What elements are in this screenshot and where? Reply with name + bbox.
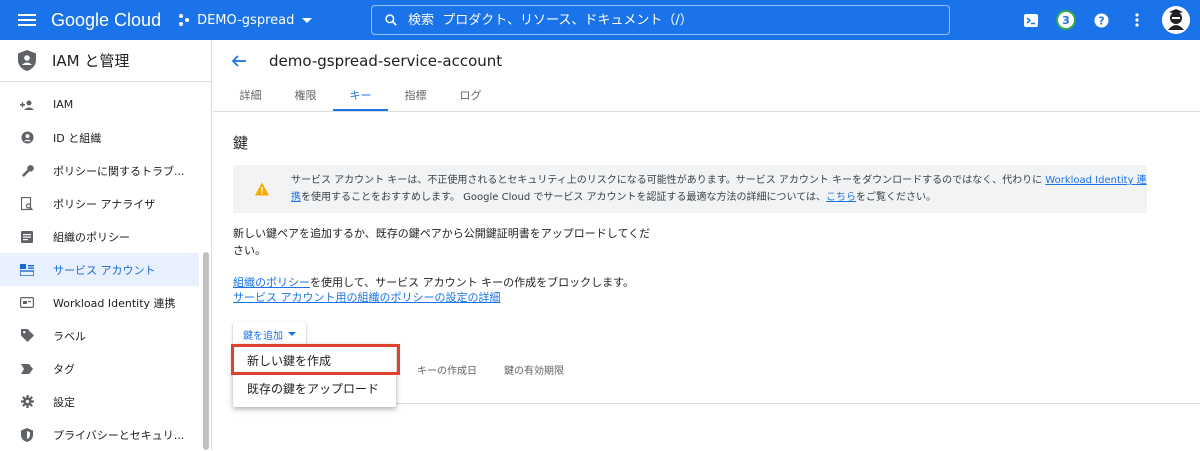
column-expiration-date: 鍵の有効期限 (504, 366, 564, 377)
policy-text: を使用して、サービス アカウント キーの作成をブロックします。 (310, 276, 635, 289)
warning-text-part: をご覧ください。 (856, 192, 937, 203)
sidebar-item-label: IAM (53, 98, 74, 111)
section-title: 鍵 (233, 134, 249, 152)
sidebar-item-label: ポリシー アナライザ (53, 197, 156, 211)
menu-icon[interactable] (7, 0, 47, 40)
google-cloud-logo[interactable]: Google Cloud (51, 10, 161, 31)
list-doc-icon (19, 229, 35, 245)
tab-keys[interactable]: キー (333, 82, 388, 111)
project-dots-icon (179, 14, 191, 26)
chevron-down-icon (288, 332, 296, 336)
sidebar-item-label: タグ (53, 362, 75, 376)
help-icon[interactable]: ? (1090, 9, 1112, 31)
warning-text-part: サービス アカウント キーは、不正使用されるとセキュリティ上のリスクになる可能性… (291, 175, 1046, 186)
cloud-shell-icon[interactable] (1020, 9, 1042, 31)
doc-search-icon (19, 196, 35, 212)
sidebar-item-label: 組織のポリシー (53, 230, 130, 244)
warning-icon (255, 182, 269, 196)
svg-text:?: ? (1098, 15, 1104, 27)
sidebar-item-org-policies[interactable]: 組織のポリシー (0, 220, 199, 253)
service-account-icon (19, 262, 35, 278)
id-card-icon (19, 295, 35, 311)
account-circle-icon (19, 130, 35, 146)
warning-text-part: を使用することをおすすめします。 Google Cloud でサービス アカウン… (301, 192, 827, 203)
sidebar-item-privacy-security[interactable]: プライバシーとセキュリ... (0, 418, 199, 451)
sidebar-item-labels[interactable]: ラベル (0, 319, 199, 352)
sidebar-scrollbar[interactable] (203, 252, 209, 450)
sidebar-item-label: ID と組織 (53, 131, 102, 145)
label-icon (19, 328, 35, 344)
page-header: demo-gspread-service-account (213, 40, 1200, 82)
tab-bar: 詳細 権限 キー 指標 ログ (213, 82, 1200, 112)
sidebar-item-service-accounts[interactable]: サービス アカウント (0, 253, 199, 286)
org-policy-link[interactable]: 組織のポリシー (233, 276, 310, 289)
more-vert-icon[interactable] (1126, 9, 1148, 31)
sidebar-item-label: サービス アカウント (53, 263, 156, 277)
project-name: DEMO-gspread (197, 12, 295, 28)
sidebar-item-workload-identity[interactable]: Workload Identity 連携 (0, 286, 199, 319)
top-bar: Google Cloud DEMO-gspread 3 ? (0, 0, 1200, 40)
back-arrow-icon[interactable] (229, 51, 249, 71)
menu-item-upload-existing-key[interactable]: 既存の鍵をアップロード (233, 374, 396, 402)
sidebar-item-tags[interactable]: タグ (0, 352, 199, 385)
shield-icon (19, 427, 35, 443)
policy-note: 組織のポリシーを使用して、サービス アカウント キーの作成をブロックします。 サ… (233, 275, 1200, 305)
sidebar-item-label: 設定 (53, 395, 75, 409)
sidebar-item-label: Workload Identity 連携 (53, 296, 176, 310)
avatar[interactable] (1162, 6, 1190, 34)
add-key-label: 鍵を追加 (243, 330, 283, 342)
wrench-icon (19, 163, 35, 179)
sidebar-item-identity[interactable]: ID と組織 (0, 121, 199, 154)
iam-shield-icon (18, 50, 36, 71)
sidebar-item-label: プライバシーとセキュリ... (53, 428, 185, 442)
project-selector[interactable]: DEMO-gspread (179, 12, 313, 28)
sidebar-item-label: ポリシーに関するトラブ... (53, 164, 185, 178)
gear-icon (19, 394, 35, 410)
person-add-icon (19, 97, 35, 113)
sidebar-item-label: ラベル (53, 329, 86, 343)
policy-details-link[interactable]: サービス アカウント用の組織のポリシーの設定の詳細 (233, 291, 501, 304)
add-key-menu: 新しい鍵を作成 既存の鍵をアップロード (233, 344, 396, 407)
column-created-date: キーの作成日 (417, 366, 477, 377)
keys-description: 新しい鍵ペアを追加するか、既存の鍵ペアから公開鍵証明書をアップロードしてください… (233, 227, 651, 257)
search-icon (385, 14, 397, 26)
page-title: demo-gspread-service-account (269, 52, 503, 70)
menu-item-create-new-key[interactable]: 新しい鍵を作成 (233, 346, 396, 374)
sidebar-item-troubleshooter[interactable]: ポリシーに関するトラブ... (0, 154, 199, 187)
learn-more-link[interactable]: こちら (826, 192, 856, 203)
tab-logs[interactable]: ログ (443, 82, 498, 111)
sidebar-item-settings[interactable]: 設定 (0, 385, 199, 418)
tab-permissions[interactable]: 権限 (278, 82, 333, 111)
warning-banner: サービス アカウント キーは、不正使用されるとセキュリティ上のリスクになる可能性… (233, 165, 1147, 213)
sidebar-title: IAM と管理 (52, 52, 130, 70)
tab-details[interactable]: 詳細 (223, 82, 278, 111)
chevron-down-icon (302, 17, 313, 23)
notification-badge[interactable]: 3 (1056, 10, 1076, 30)
sidebar-item-iam[interactable]: IAM (0, 88, 199, 121)
tab-metrics[interactable]: 指標 (388, 82, 443, 111)
sidebar: IAM と管理 IAM ID と組織 ポリシーに関するトラブ... ポリシー ア… (0, 40, 212, 450)
add-key-button[interactable]: 鍵を追加 (233, 322, 306, 346)
sidebar-header: IAM と管理 (0, 40, 211, 82)
search-bar[interactable] (371, 5, 950, 35)
search-input[interactable] (408, 12, 928, 28)
sidebar-item-policy-analyzer[interactable]: ポリシー アナライザ (0, 187, 199, 220)
warning-text: サービス アカウント キーは、不正使用されるとセキュリティ上のリスクになる可能性… (291, 172, 1147, 206)
tag-icon (19, 361, 35, 377)
